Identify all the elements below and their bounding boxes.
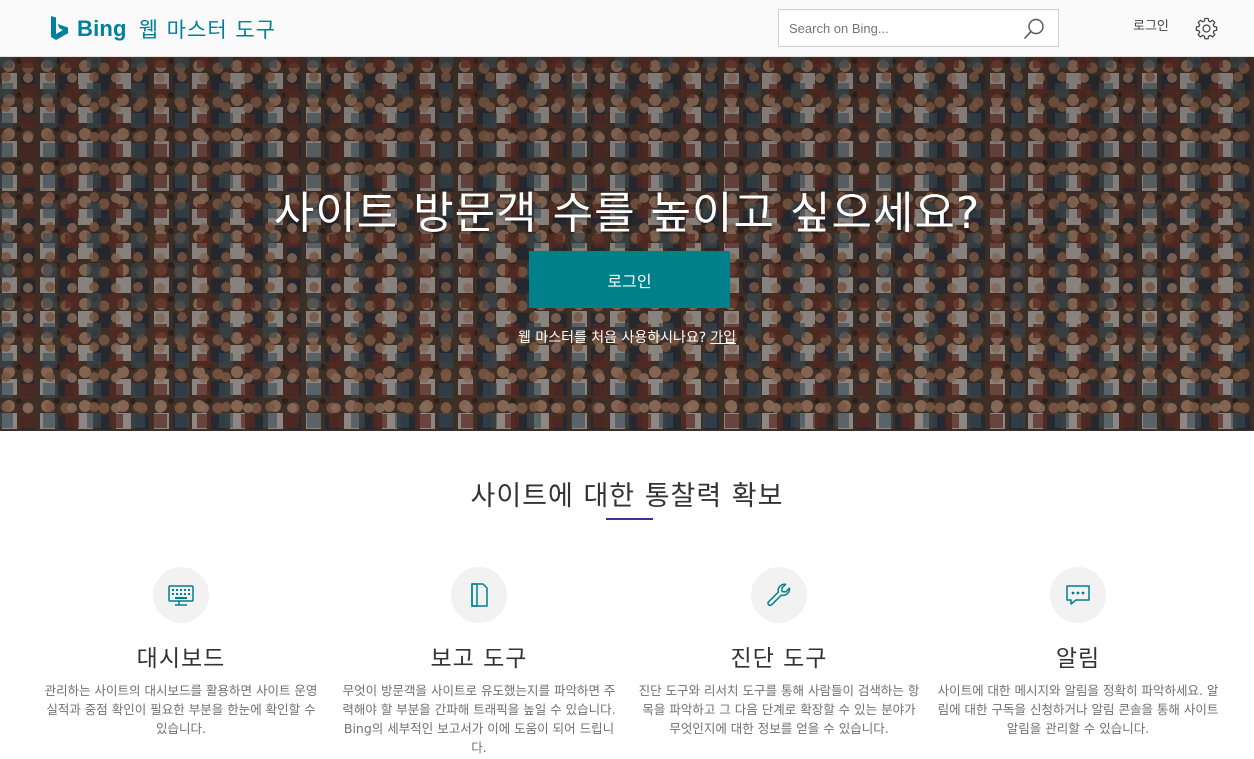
feature-title: 대시보드 xyxy=(136,646,226,672)
chat-bubble-icon xyxy=(1066,585,1090,605)
feature-description: 사이트에 대한 메시지와 알림을 정확히 파악하세요. 알림에 대한 구독을 신… xyxy=(937,683,1219,736)
feature-alerts: 알림 사이트에 대한 메시지와 알림을 정확히 파악하세요. 알림에 대한 구독… xyxy=(933,567,1223,738)
site-header: Bing 웹 마스터 도구 로그인 xyxy=(0,0,1254,57)
signup-link[interactable]: 가입 xyxy=(710,330,736,346)
hero-overlay xyxy=(0,57,1254,431)
search-box xyxy=(778,9,1059,47)
hero-headline: 사이트 방문객 수를 높이고 싶으세요? xyxy=(273,188,981,239)
feature-diagnostics: 진단 도구 진단 도구와 리서치 도구를 통해 사람들이 검색하는 항목을 파악… xyxy=(634,567,924,738)
bing-logo[interactable]: Bing 웹 마스터 도구 xyxy=(49,14,276,44)
feature-dashboard: 대시보드 관리하는 사이트의 대시보드를 활용하면 사이트 운영 실적과 중점 … xyxy=(36,567,326,738)
feature-title: 알림 xyxy=(1055,646,1101,672)
search-input[interactable] xyxy=(779,10,1019,46)
feature-icon-circle xyxy=(451,567,507,623)
document-icon xyxy=(471,583,488,607)
bing-b-icon xyxy=(51,16,68,40)
hero-signin-button[interactable]: 로그인 xyxy=(529,251,730,308)
feature-description: 진단 도구와 리서치 도구를 통해 사람들이 검색하는 항목을 파악하고 그 다… xyxy=(638,683,920,736)
feature-reports: 보고 도구 무엇이 방문객을 사이트로 유도했는지를 파악하면 주력해야 할 부… xyxy=(334,567,624,757)
brand-name: Bing xyxy=(77,16,127,41)
wrench-icon xyxy=(767,583,791,607)
feature-icon-circle xyxy=(1050,567,1106,623)
feature-description: 무엇이 방문객을 사이트로 유도했는지를 파악하면 주력해야 할 부분을 간파해… xyxy=(342,683,616,755)
section-title: 사이트에 대한 통찰력 확보 xyxy=(470,481,784,512)
hero-banner: 사이트 방문객 수를 높이고 싶으세요? 로그인 웹 마스터를 처음 사용하시나… xyxy=(0,57,1254,431)
header-signin-link[interactable]: 로그인 xyxy=(1133,15,1169,34)
feature-title: 보고 도구 xyxy=(430,646,528,672)
section-title-underline xyxy=(606,518,653,520)
settings-gear-icon[interactable] xyxy=(1195,17,1218,40)
product-name: 웹 마스터 도구 xyxy=(138,18,276,42)
feature-icon-circle xyxy=(751,567,807,623)
search-icon[interactable] xyxy=(1022,17,1046,41)
feature-title: 진단 도구 xyxy=(730,646,828,672)
feature-description: 관리하는 사이트의 대시보드를 활용하면 사이트 운영 실적과 중점 확인이 필… xyxy=(44,683,318,736)
feature-icon-circle xyxy=(153,567,209,623)
keyboard-icon xyxy=(168,585,194,606)
new-user-question: 웹 마스터를 처음 사용하시나요? xyxy=(518,330,707,346)
hero-subtext: 웹 마스터를 처음 사용하시나요? 가입 xyxy=(0,327,1254,347)
